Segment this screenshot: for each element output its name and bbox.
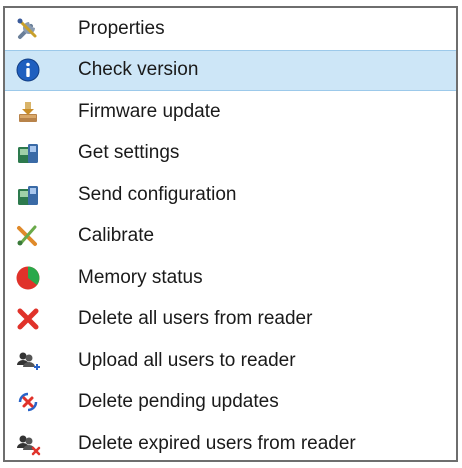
info-icon: [15, 57, 41, 83]
device-settings-icon: [15, 140, 41, 166]
menu-item-label: Upload all users to reader: [78, 349, 296, 371]
menu-item-memory-status[interactable]: Memory status: [5, 257, 456, 299]
red-x-icon: [15, 306, 41, 332]
menu-item-properties[interactable]: Properties: [5, 8, 456, 50]
menu-item-label: Delete expired users from reader: [78, 432, 356, 454]
menu-item-label: Send configuration: [78, 183, 237, 205]
menu-item-get-settings[interactable]: Get settings: [5, 133, 456, 175]
menu-item-upload-all-users[interactable]: Upload all users to reader: [5, 340, 456, 382]
device-config-icon: [15, 182, 41, 208]
menu-item-label: Get settings: [78, 142, 180, 164]
context-menu: Properties Check version Firmware update: [3, 6, 458, 462]
menu-item-label: Properties: [78, 17, 165, 39]
firmware-install-icon: [15, 99, 41, 125]
menu-item-label: Firmware update: [78, 100, 221, 122]
menu-item-calibrate[interactable]: Calibrate: [5, 216, 456, 258]
menu-item-label: Delete all users from reader: [78, 308, 313, 330]
menu-item-send-configuration[interactable]: Send configuration: [5, 174, 456, 216]
menu-item-label: Delete pending updates: [78, 391, 279, 413]
menu-item-delete-expired-users[interactable]: Delete expired users from reader: [5, 423, 456, 465]
menu-item-delete-all-users[interactable]: Delete all users from reader: [5, 299, 456, 341]
users-delete-icon: [15, 431, 41, 457]
menu-item-firmware-update[interactable]: Firmware update: [5, 91, 456, 133]
menu-item-label: Memory status: [78, 266, 203, 288]
menu-item-check-version[interactable]: Check version: [5, 49, 456, 91]
menu-item-delete-pending-updates[interactable]: Delete pending updates: [5, 382, 456, 424]
menu-item-label: Check version: [78, 59, 199, 81]
calibrate-icon: [15, 223, 41, 249]
wrench-screwdriver-icon: [15, 16, 41, 42]
users-upload-icon: [15, 348, 41, 374]
memory-pie-icon: [15, 265, 41, 291]
delete-pending-icon: [15, 389, 41, 415]
menu-item-label: Calibrate: [78, 225, 155, 247]
